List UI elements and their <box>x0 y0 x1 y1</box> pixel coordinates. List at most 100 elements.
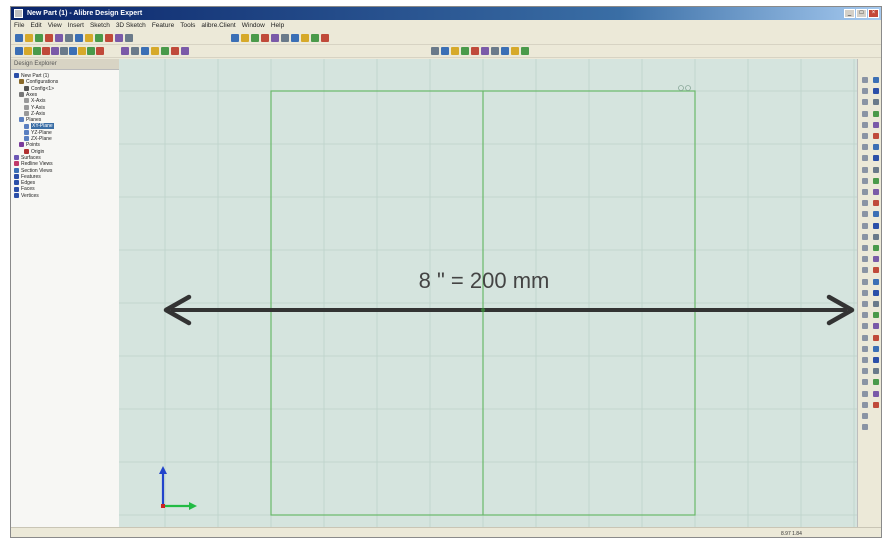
feature-tool-icon[interactable] <box>873 267 879 274</box>
sketch-tool-icon[interactable] <box>862 267 868 274</box>
sketch-tool-icon[interactable] <box>862 323 868 330</box>
sketch-tool-icon[interactable] <box>862 390 868 397</box>
feature-tool-icon[interactable] <box>873 133 879 139</box>
feature-tool-icon[interactable] <box>873 401 879 408</box>
standard-tool-icon[interactable] <box>15 34 23 42</box>
feature-tool-icon[interactable] <box>96 47 104 55</box>
feature-tool-icon[interactable] <box>873 144 879 151</box>
feature-tool-icon[interactable] <box>873 88 879 95</box>
feature-tool-icon[interactable] <box>121 47 129 55</box>
standard-tool-icon[interactable] <box>125 34 133 42</box>
feature-tool-icon[interactable] <box>511 47 519 55</box>
sketch-tool-icon[interactable] <box>862 245 868 251</box>
standard-tool-icon[interactable] <box>115 34 123 42</box>
sketch-tool-icon[interactable] <box>862 189 868 195</box>
feature-tool-icon[interactable] <box>873 289 879 296</box>
feature-tool-icon[interactable] <box>141 47 149 55</box>
feature-tool-icon[interactable] <box>873 256 879 263</box>
feature-tool-icon[interactable] <box>171 47 179 55</box>
sketch-tool-icon[interactable] <box>862 222 868 229</box>
sketch-tool-icon[interactable] <box>862 357 868 363</box>
feature-tool-icon[interactable] <box>87 47 95 55</box>
tree-item[interactable]: Features <box>14 174 41 180</box>
sketch-tool-icon[interactable] <box>862 401 868 408</box>
standard-tool-icon[interactable] <box>231 34 239 42</box>
design-viewport[interactable]: 8 " = 200 mm <box>119 59 857 531</box>
standard-tool-icon[interactable] <box>55 34 63 42</box>
feature-tool-icon[interactable] <box>873 312 879 319</box>
feature-tool-icon[interactable] <box>873 110 879 117</box>
feature-tool-icon[interactable] <box>873 222 879 229</box>
sketch-tool-icon[interactable] <box>862 77 868 83</box>
standard-tool-icon[interactable] <box>85 34 93 42</box>
feature-tool-icon[interactable] <box>873 77 879 83</box>
feature-tool-icon[interactable] <box>161 47 169 55</box>
menu-tools[interactable]: Tools <box>177 20 198 32</box>
sketch-tool-icon[interactable] <box>862 88 868 95</box>
tree-item[interactable]: Redline Views <box>14 161 53 167</box>
feature-tool-icon[interactable] <box>431 47 439 55</box>
tree-item[interactable]: Y-Axis <box>24 105 45 111</box>
feature-tool-icon[interactable] <box>873 189 879 195</box>
feature-tool-icon[interactable] <box>42 47 50 55</box>
sketch-tool-icon[interactable] <box>862 334 868 341</box>
feature-tool-icon[interactable] <box>451 47 459 55</box>
minimize-button[interactable]: _ <box>844 9 855 18</box>
sketch-tool-icon[interactable] <box>862 155 868 162</box>
menu-alibre-client[interactable]: alibre.Client <box>198 20 238 32</box>
tree-item[interactable]: Z-Axis <box>24 111 45 117</box>
feature-tool-icon[interactable] <box>873 121 879 128</box>
feature-tool-icon[interactable] <box>873 278 879 285</box>
sketch-tool-icon[interactable] <box>862 312 868 319</box>
tree-item[interactable]: Surfaces <box>14 155 41 161</box>
feature-tool-icon[interactable] <box>501 47 509 55</box>
menu-sketch[interactable]: Sketch <box>87 20 113 32</box>
sketch-tool-icon[interactable] <box>862 424 868 431</box>
standard-tool-icon[interactable] <box>95 34 103 42</box>
feature-tool-icon[interactable] <box>471 47 479 55</box>
feature-tool-icon[interactable] <box>873 323 879 330</box>
sketch-tool-icon[interactable] <box>862 379 868 386</box>
sketch-tool-icon[interactable] <box>862 345 868 352</box>
standard-tool-icon[interactable] <box>311 34 319 42</box>
tree-item[interactable]: X-Axis <box>24 98 45 104</box>
tree-item[interactable]: Axes <box>19 92 37 98</box>
feature-tool-icon[interactable] <box>873 379 879 386</box>
feature-tool-icon[interactable] <box>521 47 529 55</box>
tree-item[interactable]: Edges <box>14 180 35 186</box>
feature-tool-icon[interactable] <box>873 211 879 218</box>
standard-tool-icon[interactable] <box>35 34 43 42</box>
menu-help[interactable]: Help <box>268 20 287 32</box>
tree-item[interactable]: YZ-Plane <box>24 130 52 136</box>
menu-insert[interactable]: Insert <box>65 20 87 32</box>
tree-item[interactable]: Vertices <box>14 193 39 199</box>
feature-tool-icon[interactable] <box>873 166 879 173</box>
tree-item[interactable]: Planes <box>19 117 41 123</box>
sketch-tool-icon[interactable] <box>862 200 868 207</box>
feature-tool-icon[interactable] <box>24 47 32 55</box>
feature-tool-icon[interactable] <box>873 368 879 375</box>
feature-tool-icon[interactable] <box>873 177 879 184</box>
sketch-tool-icon[interactable] <box>862 99 868 106</box>
maximize-button[interactable]: □ <box>856 9 867 18</box>
sketch-tool-icon[interactable] <box>862 177 868 184</box>
sketch-tool-icon[interactable] <box>862 110 868 117</box>
feature-tool-icon[interactable] <box>873 233 879 240</box>
close-button[interactable]: × <box>868 9 879 18</box>
feature-tool-icon[interactable] <box>873 99 879 106</box>
tree-item[interactable]: Config<1> <box>24 86 54 92</box>
feature-tool-icon[interactable] <box>15 47 23 55</box>
tree-item[interactable]: Configurations <box>19 79 58 85</box>
feature-tool-icon[interactable] <box>461 47 469 55</box>
feature-tool-icon[interactable] <box>441 47 449 55</box>
menu-3d-sketch[interactable]: 3D Sketch <box>113 20 149 32</box>
feature-tool-icon[interactable] <box>873 345 879 352</box>
menu-feature[interactable]: Feature <box>149 20 177 32</box>
tree-item[interactable]: Origin <box>24 149 44 155</box>
menu-file[interactable]: File <box>11 20 27 32</box>
standard-tool-icon[interactable] <box>105 34 113 42</box>
feature-tool-icon[interactable] <box>873 200 879 207</box>
sketch-tool-icon[interactable] <box>862 133 868 139</box>
viewport-canvas[interactable]: 8 " = 200 mm <box>119 59 857 531</box>
standard-tool-icon[interactable] <box>251 34 259 42</box>
